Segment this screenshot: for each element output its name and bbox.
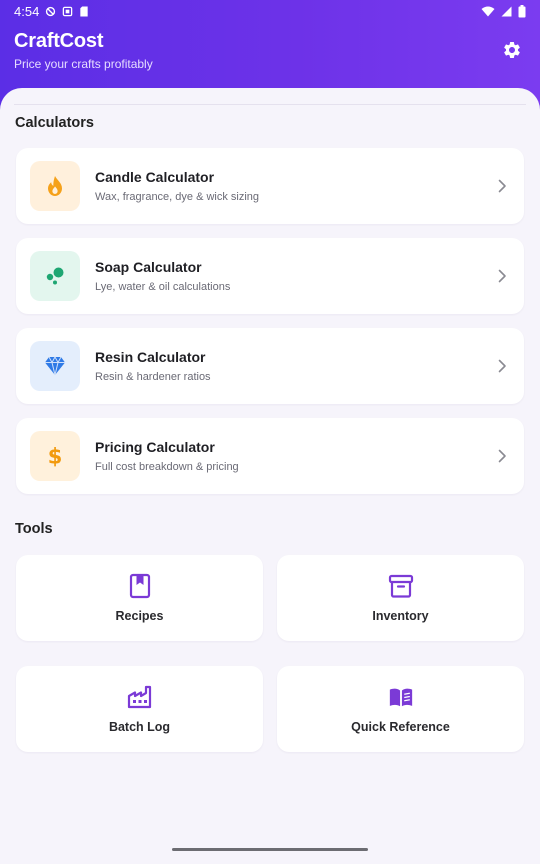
candle-calculator-description: Wax, fragrance, dye & wick sizing — [95, 191, 260, 203]
sd-card-icon — [80, 5, 88, 17]
soap-calculator-description: Lye, water & oil calculations — [95, 281, 231, 293]
soap-calculator-card[interactable]: Soap Calculator Lye, water & oil calcula… — [16, 238, 524, 314]
battery-icon — [518, 4, 526, 17]
quick-reference-tool-card[interactable]: Quick Reference — [277, 666, 524, 752]
cellular-icon — [501, 6, 512, 16]
chevron-right-icon — [496, 449, 508, 463]
bubbles-icon — [46, 267, 64, 285]
chevron-right-icon — [496, 269, 508, 283]
screenshot-icon — [63, 6, 73, 16]
inventory-label: Inventory — [372, 609, 429, 623]
quick-reference-label: Quick Reference — [351, 720, 450, 734]
archive-box-icon — [388, 573, 414, 599]
candle-calculator-card[interactable]: Candle Calculator Wax, fragrance, dye & … — [16, 148, 524, 224]
status-bar: 4:54 — [0, 0, 540, 22]
sheet-divider — [14, 104, 526, 105]
app-title: CraftCost — [14, 30, 104, 52]
soap-calculator-title: Soap Calculator — [95, 259, 202, 275]
status-time: 4:54 — [14, 3, 40, 19]
candle-calculator-title: Candle Calculator — [95, 169, 215, 185]
recipes-tool-card[interactable]: Recipes — [16, 555, 263, 641]
book-bookmark-icon — [127, 573, 153, 599]
dnd-icon — [46, 6, 56, 16]
pricing-icon-tile: $ — [30, 431, 80, 481]
calculators-section-title: Calculators — [15, 115, 94, 131]
flame-icon — [48, 176, 62, 196]
svg-text:$: $ — [48, 445, 63, 469]
candle-icon-tile — [30, 161, 80, 211]
inventory-tool-card[interactable]: Inventory — [277, 555, 524, 641]
resin-calculator-title: Resin Calculator — [95, 349, 206, 365]
factory-icon — [127, 684, 153, 710]
home-indicator[interactable] — [172, 848, 368, 851]
app-subtitle: Price your crafts profitably — [14, 57, 153, 71]
chevron-right-icon — [496, 179, 508, 193]
dollar-icon: $ — [48, 445, 63, 469]
batch-log-label: Batch Log — [108, 720, 171, 734]
batch-log-tool-card[interactable]: Batch Log — [16, 666, 263, 752]
resin-icon-tile — [30, 341, 80, 391]
gear-icon — [504, 41, 520, 58]
recipes-label: Recipes — [115, 609, 164, 623]
resin-calculator-card[interactable]: Resin Calculator Resin & hardener ratios — [16, 328, 524, 404]
soap-icon-tile — [30, 251, 80, 301]
open-book-icon — [388, 684, 414, 710]
wifi-icon — [481, 6, 495, 16]
resin-calculator-description: Resin & hardener ratios — [95, 371, 211, 383]
settings-button[interactable] — [500, 38, 524, 62]
pricing-calculator-description: Full cost breakdown & pricing — [95, 461, 239, 473]
pricing-calculator-title: Pricing Calculator — [95, 439, 215, 455]
diamond-icon — [45, 356, 65, 376]
tools-section-title: Tools — [15, 521, 53, 537]
pricing-calculator-card[interactable]: $ Pricing Calculator Full cost breakdown… — [16, 418, 524, 494]
chevron-right-icon — [496, 359, 508, 373]
